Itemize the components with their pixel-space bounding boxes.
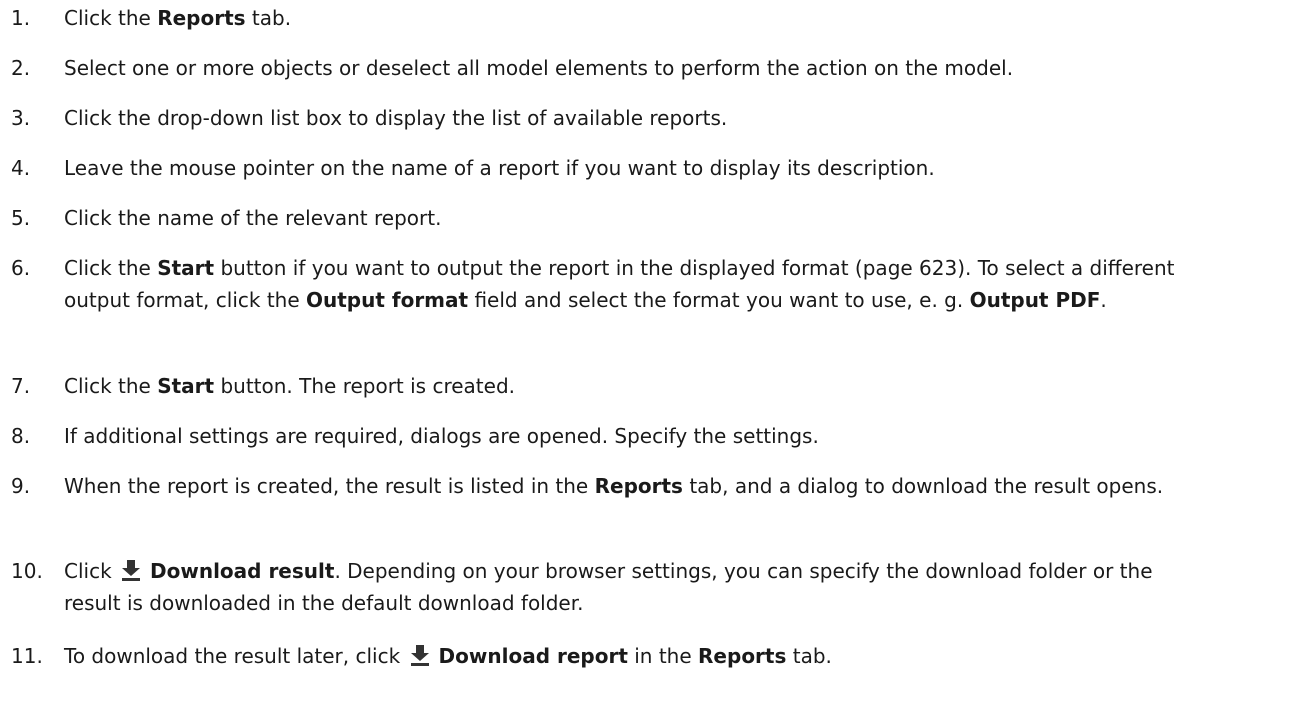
- step-text: Click the name of the relevant report.: [64, 202, 1230, 234]
- step-number: 8.: [11, 424, 31, 448]
- step-text-segment: If additional settings are required, dia…: [64, 424, 819, 448]
- step-text-segment: field and select the format you want to …: [468, 288, 970, 312]
- ui-term: Download result: [150, 559, 335, 583]
- step-text: Click Download result. Depending on your…: [64, 555, 1180, 619]
- step-text-segment: When the report is created, the result i…: [64, 474, 595, 498]
- step-number: 9.: [11, 474, 31, 498]
- step-number: 2.: [11, 56, 31, 80]
- step-text: Click the Reports tab.: [64, 2, 1230, 34]
- download-icon: [407, 643, 433, 666]
- step-text: Click the Start button if you want to ou…: [64, 252, 1236, 316]
- step-text-segment: .: [1100, 288, 1107, 312]
- ui-term: Reports: [698, 644, 787, 668]
- step-number: 5.: [11, 206, 31, 230]
- step-text: Click the Start button. The report is cr…: [64, 370, 1230, 402]
- step-text-segment: Select one or more objects or deselect a…: [64, 56, 1014, 80]
- step-text-segment: Click the drop-down list box to display …: [64, 106, 728, 130]
- step-text-segment: To download the result later, click: [64, 644, 407, 668]
- ui-term: Output PDF: [969, 288, 1101, 312]
- step-text-segment: Click: [64, 559, 119, 583]
- step-number: 4.: [11, 156, 31, 180]
- download-icon: [118, 558, 144, 581]
- step-text: To download the result later, click Down…: [64, 640, 1230, 672]
- ui-term: Download report: [438, 644, 628, 668]
- step-text: Select one or more objects or deselect a…: [64, 52, 1240, 84]
- ui-term: Reports: [157, 6, 246, 30]
- step-text-segment: Click the: [64, 256, 158, 280]
- step-text-segment: Click the name of the relevant report.: [64, 206, 442, 230]
- step-text-segment: Leave the mouse pointer on the name of a…: [64, 156, 935, 180]
- step-text: When the report is created, the result i…: [64, 470, 1236, 502]
- step-text-segment: Click the: [64, 374, 158, 398]
- step-text-segment: Click the: [64, 6, 158, 30]
- step-number: 11.: [11, 644, 43, 668]
- ui-term: Output format: [306, 288, 469, 312]
- step-text-segment: tab.: [245, 6, 292, 30]
- step-text: Click the drop-down list box to display …: [64, 102, 1230, 134]
- step-text-segment: tab.: [786, 644, 832, 668]
- step-number: 6.: [11, 256, 31, 280]
- ui-term: Start: [157, 374, 215, 398]
- ui-term: Reports: [594, 474, 683, 498]
- step-text-segment: tab, and a dialog to download the result…: [682, 474, 1164, 498]
- ui-term: Start: [157, 256, 215, 280]
- step-text-segment: button. The report is created.: [214, 374, 516, 398]
- step-number: 7.: [11, 374, 31, 398]
- step-number: 1.: [11, 6, 31, 30]
- step-text-segment: in the: [627, 644, 699, 668]
- step-number: 10.: [11, 559, 43, 583]
- step-number: 3.: [11, 106, 31, 130]
- step-text: If additional settings are required, dia…: [64, 420, 1230, 452]
- step-text: Leave the mouse pointer on the name of a…: [64, 152, 1230, 184]
